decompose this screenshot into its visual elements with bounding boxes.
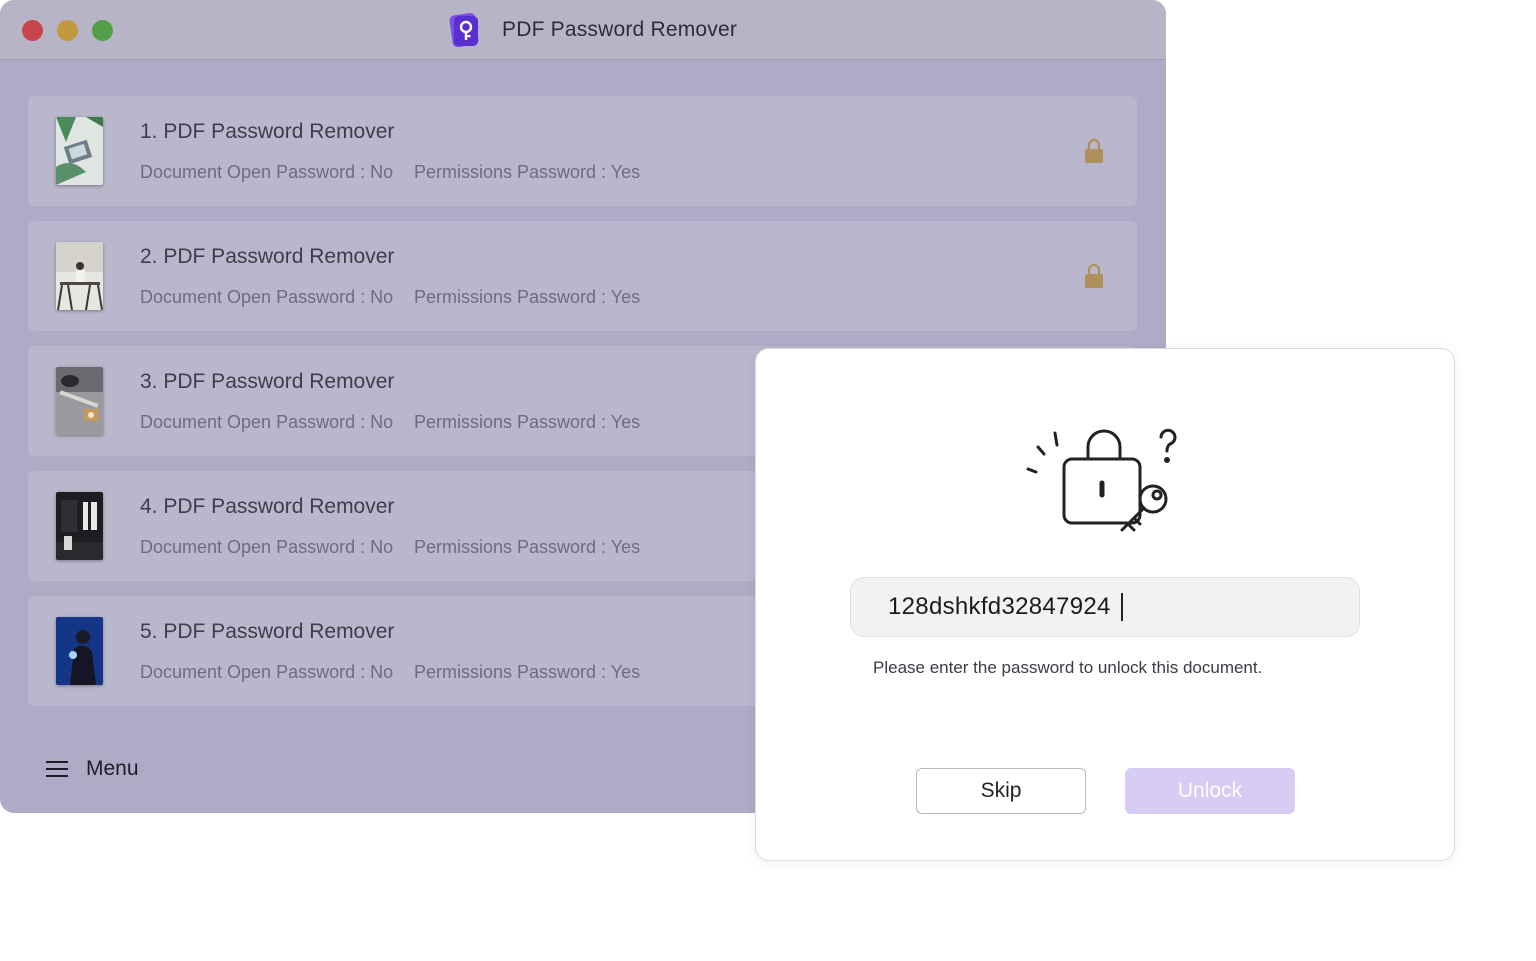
text-caret bbox=[1120, 593, 1123, 621]
permissions-password-status: Permissions Password : Yes bbox=[414, 287, 641, 307]
file-row[interactable]: 2. PDF Password Remover Document Open Pa… bbox=[28, 221, 1137, 331]
minimize-window-button[interactable] bbox=[57, 20, 78, 41]
password-hint: Please enter the password to unlock this… bbox=[873, 658, 1263, 677]
password-input[interactable]: 128dshkfd32847924 bbox=[850, 577, 1360, 637]
open-password-status: Document Open Password : No bbox=[140, 537, 394, 557]
file-name: 1. PDF Password Remover bbox=[140, 120, 395, 143]
password-value: 128dshkfd32847924 bbox=[888, 593, 1111, 620]
lock-key-question-icon bbox=[1026, 428, 1177, 532]
file-name: 4. PDF Password Remover bbox=[140, 495, 395, 518]
maximize-window-button[interactable] bbox=[92, 20, 113, 41]
file-thumbnail bbox=[56, 117, 103, 185]
close-window-button[interactable] bbox=[22, 20, 43, 41]
app-title-group: PDF Password Remover bbox=[448, 13, 737, 47]
menu-label: Menu bbox=[86, 757, 139, 780]
unlock-dialog: 128dshkfd32847924 Please enter the passw… bbox=[755, 348, 1455, 861]
app-logo-icon bbox=[449, 13, 479, 47]
permissions-password-status: Permissions Password : Yes bbox=[414, 662, 641, 682]
lock-icon bbox=[1085, 263, 1103, 288]
title-bar: PDF Password Remover bbox=[0, 0, 1166, 60]
file-thumbnail bbox=[56, 242, 103, 310]
permissions-password-status: Permissions Password : Yes bbox=[414, 537, 641, 557]
skip-button[interactable]: Skip bbox=[916, 768, 1086, 814]
file-name: 3. PDF Password Remover bbox=[140, 370, 395, 393]
open-password-status: Document Open Password : No bbox=[140, 162, 394, 182]
permissions-password-status: Permissions Password : Yes bbox=[414, 412, 641, 432]
open-password-status: Document Open Password : No bbox=[140, 287, 394, 307]
unlock-button[interactable]: Unlock bbox=[1125, 768, 1295, 814]
menu-button[interactable]: Menu bbox=[46, 752, 139, 786]
open-password-status: Document Open Password : No bbox=[140, 412, 394, 432]
window-title: PDF Password Remover bbox=[502, 18, 738, 41]
file-thumbnail bbox=[56, 492, 103, 560]
file-name: 5. PDF Password Remover bbox=[140, 620, 395, 643]
file-thumbnail bbox=[56, 617, 103, 685]
file-row[interactable]: 1. PDF Password Remover Document Open Pa… bbox=[28, 96, 1137, 206]
file-name: 2. PDF Password Remover bbox=[140, 245, 395, 268]
open-password-status: Document Open Password : No bbox=[140, 662, 394, 682]
hamburger-icon bbox=[46, 761, 68, 777]
file-thumbnail bbox=[56, 367, 103, 435]
permissions-password-status: Permissions Password : Yes bbox=[414, 162, 641, 182]
lock-icon bbox=[1085, 138, 1103, 163]
